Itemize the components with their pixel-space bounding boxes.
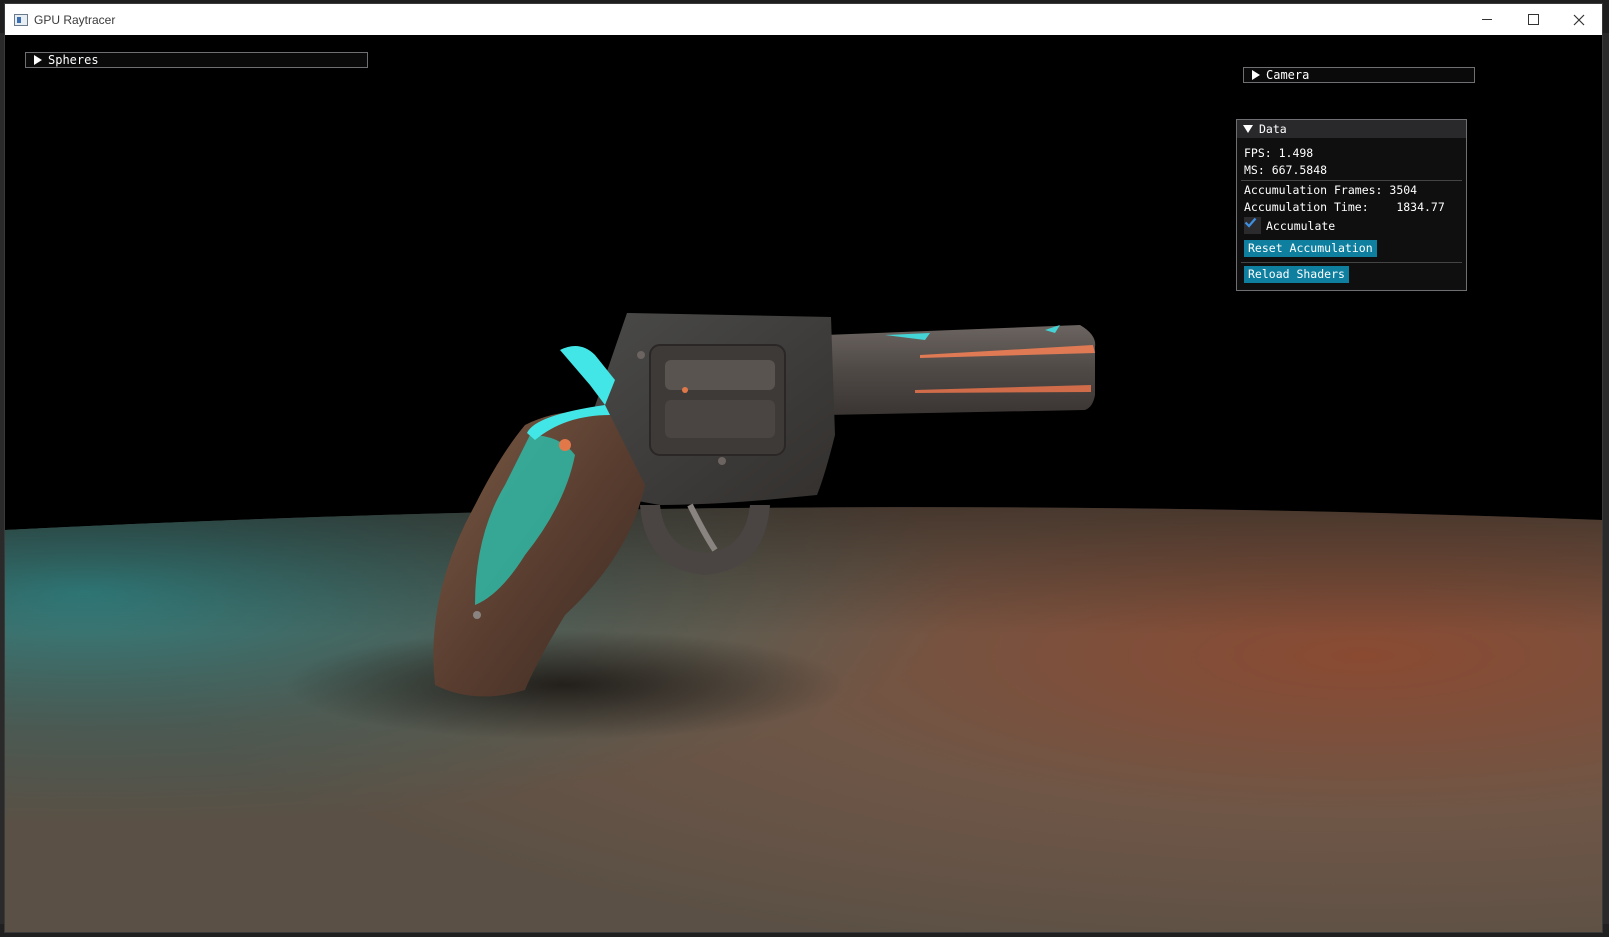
spheres-panel-title: Spheres [48,53,99,67]
expand-arrow-icon [34,55,42,65]
accumulation-time-readout: Accumulation Time: 1834.77 [1244,200,1445,214]
accumulate-checkbox[interactable] [1244,217,1261,234]
separator [1241,262,1462,263]
app-icon [14,13,28,26]
minimize-icon [1482,19,1492,20]
ms-readout: MS: 667.5848 [1244,163,1328,177]
window-title: GPU Raytracer [34,12,116,27]
minimize-button[interactable] [1464,4,1510,35]
data-panel: Data FPS: 1.498 MS: 667.5848 Accumulatio… [1236,119,1467,291]
raytracer-window: GPU Raytracer Spheres Camera Data FPS: 1… [4,3,1603,933]
fps-readout: FPS: 1.498 [1244,146,1314,160]
close-button[interactable] [1556,4,1602,35]
data-panel-title: Data [1259,122,1287,136]
desktop-background-right [1603,33,1609,937]
close-icon [1573,14,1585,25]
data-panel-header[interactable]: Data [1237,120,1466,138]
checkmark-icon [1244,217,1257,228]
expand-arrow-icon [1252,70,1260,80]
spheres-panel[interactable]: Spheres [25,52,368,68]
accumulate-label: Accumulate [1266,219,1336,233]
camera-panel-title: Camera [1266,68,1310,82]
reload-shaders-button[interactable]: Reload Shaders [1244,266,1349,283]
accumulation-frames-readout: Accumulation Frames: 3504 [1244,183,1418,197]
collapse-arrow-icon [1243,125,1253,133]
maximize-button[interactable] [1510,4,1556,35]
title-bar[interactable]: GPU Raytracer [5,4,1602,35]
separator [1241,180,1462,181]
reset-accumulation-button[interactable]: Reset Accumulation [1244,240,1377,257]
maximize-icon [1527,14,1539,25]
render-viewport[interactable]: Spheres Camera Data FPS: 1.498 MS: 667.5… [5,35,1602,932]
camera-panel[interactable]: Camera [1243,67,1475,83]
